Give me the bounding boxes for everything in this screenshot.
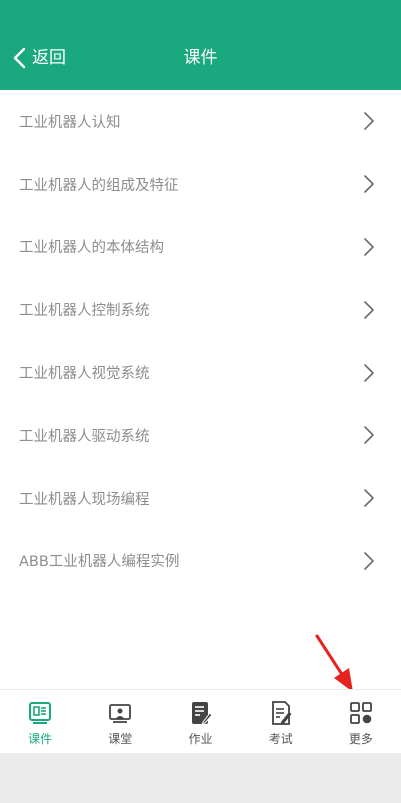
list-item[interactable]: 工业机器人的组成及特征	[0, 153, 401, 216]
tab-label: 课堂	[108, 732, 133, 746]
system-bottom-area	[0, 753, 401, 803]
list-item-label: 工业机器人认知	[19, 114, 121, 131]
courseware-list: 工业机器人认知 工业机器人的组成及特征 工业机器人的本体结构 工业机器人控制系统…	[0, 90, 401, 592]
list-item[interactable]: 工业机器人控制系统	[0, 278, 401, 341]
list-item[interactable]: 工业机器人认知	[0, 90, 401, 153]
tab-classroom[interactable]: 课堂	[80, 690, 160, 753]
exam-icon	[271, 701, 292, 725]
list-item-label: 工业机器人的本体结构	[19, 240, 164, 257]
top-bar: 返回 课件	[0, 0, 401, 90]
chevron-right-icon	[364, 489, 374, 507]
red-arrow-icon	[315, 634, 353, 692]
courseware-icon	[29, 702, 52, 724]
list-item-label: 工业机器人视觉系统	[19, 366, 150, 383]
chevron-right-icon	[364, 552, 374, 570]
tab-label: 考试	[268, 732, 293, 746]
list-item[interactable]: 工业机器人驱动系统	[0, 404, 401, 467]
chevron-right-icon	[364, 238, 374, 256]
chevron-right-icon	[364, 363, 374, 382]
classroom-icon	[109, 704, 132, 723]
tab-more[interactable]: 更多	[321, 690, 401, 753]
tab-label: 作业	[188, 732, 213, 746]
chevron-right-icon	[364, 112, 374, 131]
tab-label: 更多	[348, 732, 373, 746]
list-item-label: 工业机器人现场编程	[19, 491, 150, 508]
bottom-tab-bar: 课件 课堂 作业 考试 更多	[0, 689, 401, 753]
list-item-label: 工业机器人驱动系统	[19, 428, 150, 445]
chevron-right-icon	[364, 300, 374, 319]
list-item[interactable]: 工业机器人视觉系统	[0, 341, 401, 404]
homework-icon	[191, 702, 213, 725]
list-item-label: 工业机器人的组成及特征	[19, 177, 179, 194]
page-title: 课件	[183, 48, 218, 68]
tab-label: 课件	[28, 732, 53, 746]
tab-homework[interactable]: 作业	[160, 690, 240, 753]
chevron-right-icon	[364, 175, 374, 193]
list-item-label: ABB工业机器人编程实例	[19, 554, 180, 571]
more-grid-icon	[350, 702, 372, 724]
list-item[interactable]: 工业机器人的本体结构	[0, 216, 401, 279]
list-item-label: 工业机器人控制系统	[19, 303, 150, 320]
tab-courseware[interactable]: 课件	[0, 690, 80, 753]
chevron-right-icon	[364, 426, 374, 445]
tab-exam[interactable]: 考试	[241, 690, 321, 753]
list-item[interactable]: ABB工业机器人编程实例	[0, 530, 401, 593]
list-item[interactable]: 工业机器人现场编程	[0, 467, 401, 530]
